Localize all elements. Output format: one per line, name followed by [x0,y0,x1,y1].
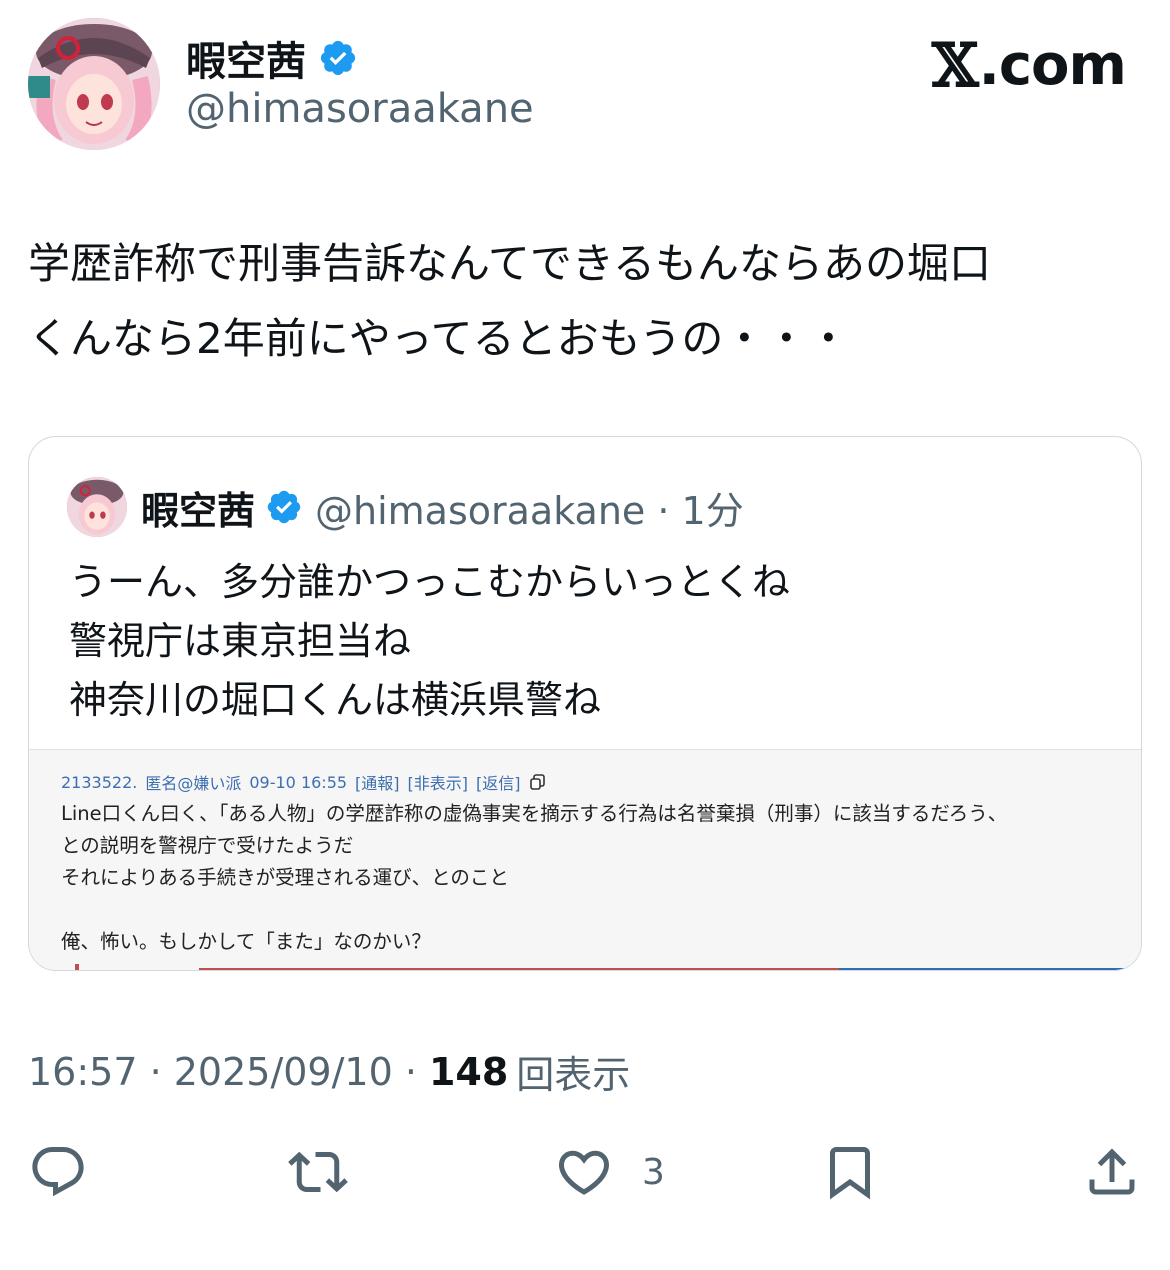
repost-button[interactable] [288,1140,348,1204]
quoted-avatar [67,477,127,537]
author-handle[interactable]: @himasoraakane [186,86,534,132]
quoted-tweet[interactable]: 暇空茜 @himasoraakane · 1分 うーん、多分誰かつっこむからいっ… [28,436,1142,971]
image-report-link: [通報] [355,774,400,793]
avatar-image [28,18,160,150]
bookmark-button[interactable] [820,1140,880,1204]
image-datetime: 09-10 16:55 [249,772,348,792]
quoted-handle-time: @himasoraakane · 1分 [315,488,744,533]
x-logo-icon: 𝕏 [932,31,979,101]
copy-icon [529,774,545,790]
image-hide-link: [非表示] [407,774,469,793]
quoted-tweet-header: 暇空茜 @himasoraakane · 1分 [67,477,744,537]
tweet-timestamp[interactable]: 16:57 · 2025/09/10 · [28,1050,417,1094]
image-post-meta: 2133522. 匿名@嫌い派 09-10 16:55 [通報] [非表示] [… [61,770,547,794]
quoted-verified-badge-icon [267,490,301,524]
brand-domain: .com [978,33,1127,98]
repost-icon [288,1151,348,1193]
author-display-name[interactable]: 暇空茜 [186,29,306,87]
reply-icon [32,1147,84,1197]
image-divider-blue [839,968,1141,970]
verified-badge-icon[interactable] [318,38,358,78]
quoted-media-image[interactable]: 2133522. 匿名@嫌い派 09-10 16:55 [通報] [非表示] [… [29,749,1141,970]
image-divider-mark [75,964,79,970]
reply-button[interactable] [28,1140,88,1204]
image-post-body: Line口くん曰く、「ある人物」の学歴詐称の虚偽事実を摘示する行為は名誉棄損（刑… [61,802,1008,953]
image-post-id: 2133522. [61,772,138,792]
views-label: 回表示 [516,1053,631,1097]
quoted-avatar-image [67,477,127,537]
like-button[interactable]: 3 [554,1140,665,1204]
quoted-display-name: 暇空茜 [141,488,256,533]
author-name-row: 暇空茜 [186,30,358,86]
bookmark-icon [830,1147,870,1200]
heart-icon [558,1150,610,1195]
image-reply-link: [返信] [476,774,521,793]
tweet-text: 学歴詐称で刑事告訴なんてできるもんならあの堀口 くんなら2年前にやってるとおもう… [28,239,992,363]
tweet-meta: 16:57 · 2025/09/10 · 148 回表示 [28,1044,630,1099]
action-bar: 3 [0,1140,1170,1204]
share-icon [1089,1148,1135,1195]
quoted-tweet-text: うーん、多分誰かつっこむからいっとくね 警視庁は東京担当ね 神奈川の堀口くんは横… [69,560,790,722]
share-button[interactable] [1082,1140,1142,1204]
like-count: 3 [642,1151,665,1193]
views-count: 148 [428,1049,509,1094]
avatar[interactable] [28,18,160,150]
image-poster: 匿名@嫌い派 [145,774,242,793]
image-divider-red [199,968,839,970]
x-brand-logo: 𝕏 .com [932,31,1127,101]
